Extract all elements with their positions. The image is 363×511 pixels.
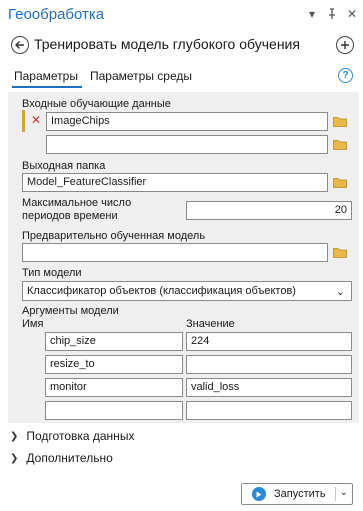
model-type-select[interactable]: Классификатор объектов (классификация об… [22, 281, 352, 301]
max-epochs-field[interactable]: 20 [186, 201, 352, 220]
arg-name-cell[interactable]: chip_size [45, 332, 183, 351]
col-name-header: Имя [22, 318, 44, 330]
col-value-header: Значение [186, 318, 235, 330]
plus-icon [341, 41, 349, 49]
folder-icon[interactable] [333, 177, 347, 188]
pin-icon[interactable] [327, 8, 337, 20]
arg-value-cell[interactable]: 224 [186, 332, 352, 351]
required-indicator [22, 110, 25, 132]
run-button-divider [335, 487, 336, 501]
max-epochs-label-line2: периодов времени [22, 210, 118, 222]
chevron-down-icon[interactable]: ▾ [307, 8, 317, 20]
close-icon[interactable]: ✕ [347, 8, 357, 20]
arg-name-cell[interactable]: monitor [45, 378, 183, 397]
arg-name-cell[interactable]: resize_to [45, 355, 183, 374]
play-icon [252, 487, 266, 501]
chevron-right-icon: ❯ [10, 452, 19, 464]
pretrained-model-label: Предварительно обученная модель [22, 230, 206, 242]
active-tab-indicator [12, 86, 82, 88]
output-folder-label: Выходная папка [22, 160, 106, 172]
help-icon[interactable]: ? [338, 68, 353, 83]
arg-value-cell[interactable] [186, 401, 352, 420]
arg-value-cell[interactable] [186, 355, 352, 374]
model-type-value: Классификатор объектов (классификация об… [27, 285, 296, 297]
chevron-down-icon: ⌄ [335, 286, 345, 298]
output-folder-field[interactable]: Model_FeatureClassifier [22, 173, 328, 192]
section-data-prep[interactable]: ❯ Подготовка данных [10, 429, 134, 443]
add-button[interactable] [336, 36, 354, 54]
pretrained-model-field[interactable] [22, 243, 328, 262]
folder-icon[interactable] [333, 139, 347, 150]
chevron-down-icon[interactable]: ⌄ [340, 487, 348, 498]
tab-environments[interactable]: Параметры среды [90, 69, 192, 83]
folder-icon[interactable] [333, 247, 347, 258]
model-type-label: Тип модели [22, 267, 82, 279]
input-data-label: Входные обучающие данные [22, 98, 171, 110]
section-data-prep-label: Подготовка данных [26, 429, 135, 443]
pane-title: Геообработка [8, 6, 105, 23]
pane-header-icons: ▾ ✕ [307, 8, 357, 20]
section-advanced-label: Дополнительно [26, 451, 113, 465]
arg-value-cell[interactable]: valid_loss [186, 378, 352, 397]
input-data-field-2[interactable] [46, 135, 328, 154]
arrow-left-icon [15, 41, 24, 49]
run-button-label: Запустить [274, 488, 326, 500]
arg-name-cell[interactable] [45, 401, 183, 420]
run-button[interactable]: Запустить ⌄ [241, 483, 353, 505]
remove-input-icon[interactable]: ✕ [31, 113, 41, 127]
tab-parameters[interactable]: Параметры [14, 69, 78, 83]
chevron-right-icon: ❯ [10, 430, 19, 442]
tool-title: Тренировать модель глубокого обучения [34, 36, 300, 52]
back-button[interactable] [11, 36, 29, 54]
section-advanced[interactable]: ❯ Дополнительно [10, 451, 113, 465]
max-epochs-label-line1: Максимальное число [22, 197, 132, 209]
input-data-field-1[interactable]: ImageChips [46, 112, 328, 131]
model-args-label: Аргументы модели [22, 305, 119, 317]
folder-icon[interactable] [333, 116, 347, 127]
